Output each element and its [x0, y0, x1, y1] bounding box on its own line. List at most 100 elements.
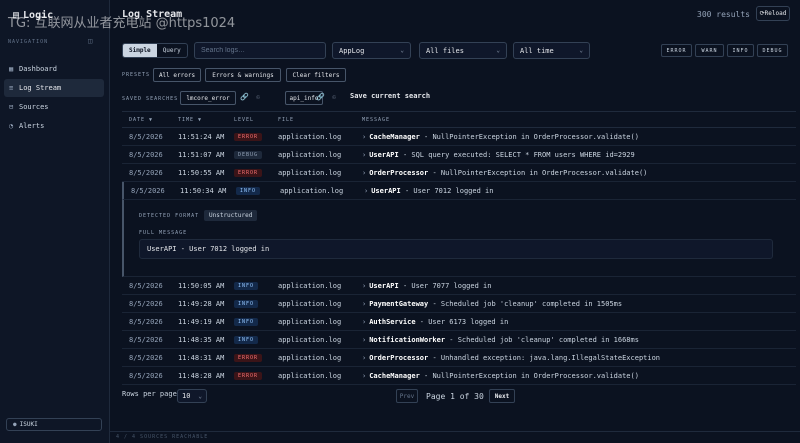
- table-row[interactable]: 8/5/2026 11:49:28 AM INFO application.log › P…: [122, 295, 796, 313]
- expand-chevron-icon: ›: [362, 299, 367, 308]
- cell-file: application.log: [278, 371, 342, 380]
- level-badge: INFO: [234, 336, 259, 344]
- cell-message: › UserAPI - User 7012 logged in: [364, 187, 796, 195]
- column-date[interactable]: DATE ▼: [122, 117, 178, 123]
- table-row[interactable]: 8/5/2026 11:48:35 AM INFO application.log › N…: [122, 331, 796, 349]
- delete-icon[interactable]: ♲: [256, 93, 260, 101]
- message-text: - SQL query executed: SELECT * FROM user…: [398, 150, 635, 159]
- preset-clear-filters[interactable]: Clear filters: [286, 68, 346, 82]
- expand-chevron-icon: ›: [362, 150, 367, 159]
- cell-message: › CacheManager - NullPointerException in …: [362, 133, 796, 141]
- time-select[interactable]: All time ⌄: [513, 42, 590, 59]
- sidebar: ▤ Logic NAVIGATION ◫ ▦ Dashboard ≡ Log Stre…: [0, 0, 110, 443]
- message-text: - User 7077 logged in: [398, 281, 492, 290]
- sidebar-item-label: Dashboard: [19, 65, 57, 73]
- level-badge: INFO: [236, 187, 261, 195]
- table-row[interactable]: 8/5/2026 11:51:24 AM ERROR application.log ›…: [122, 128, 796, 146]
- level-badge: ERROR: [234, 133, 263, 141]
- table-row-selected[interactable]: 8/5/2026 11:50:34 AM INFO application.lo…: [122, 182, 796, 200]
- expand-chevron-icon: ›: [362, 281, 367, 290]
- table-row[interactable]: 8/5/2026 11:48:31 AM ERROR application.log ›…: [122, 349, 796, 367]
- cell-date: 8/5/2026: [129, 150, 163, 159]
- level-badge: INFO: [234, 300, 259, 308]
- prev-page-button[interactable]: Prev: [396, 389, 418, 403]
- level-debug-button[interactable]: DEBUG: [757, 44, 788, 57]
- save-current-search-button[interactable]: Save current search: [350, 92, 430, 100]
- next-page-button[interactable]: Next: [489, 389, 515, 403]
- sidebar-item-alerts[interactable]: ◔ Alerts: [4, 117, 104, 135]
- link-icon[interactable]: 🔗: [240, 93, 249, 101]
- cell-file: application.log: [278, 150, 342, 159]
- table-row[interactable]: 8/5/2026 11:50:55 AM ERROR application.log ›…: [122, 164, 796, 182]
- expand-chevron-icon: ›: [362, 371, 367, 380]
- preset-errors-warnings[interactable]: Errors & warnings: [205, 68, 281, 82]
- column-file: FILE: [278, 116, 295, 123]
- table-row[interactable]: 8/5/2026 11:48:28 AM ERROR application.log ›…: [122, 367, 796, 385]
- cell-time: 11:49:28 AM: [178, 299, 225, 308]
- column-message: MESSAGE: [362, 116, 391, 123]
- grid-icon: ▦: [9, 65, 14, 73]
- sidebar-item-label: Sources: [19, 103, 49, 111]
- message-source: CacheManager: [369, 132, 420, 141]
- mode-query-button[interactable]: Query: [157, 44, 187, 57]
- cell-level: ERROR: [234, 132, 278, 141]
- cell-message: › AuthService - User 6173 logged in: [362, 318, 796, 326]
- cell-date: 8/5/2026: [129, 371, 163, 380]
- saved-search-lmcore-error[interactable]: lmcore_error: [180, 91, 236, 105]
- chevron-down-icon: ⌄: [400, 47, 404, 54]
- cell-date: 8/5/2026: [129, 281, 163, 290]
- cell-time: 11:51:24 AM: [178, 132, 225, 141]
- list-icon: ≡: [9, 84, 14, 92]
- level-warn-button[interactable]: WARN: [695, 44, 724, 57]
- sidebar-item-dashboard[interactable]: ▦ Dashboard: [4, 60, 104, 78]
- cell-file: application.log: [278, 168, 342, 177]
- sidebar-item-sources[interactable]: ⊟ Sources: [4, 98, 104, 116]
- mode-simple-button[interactable]: Simple: [123, 44, 157, 57]
- user-menu-button[interactable]: ● ISUKI: [6, 418, 102, 431]
- detected-format-label: DETECTED FORMAT: [139, 213, 200, 219]
- bell-icon: ◔: [9, 122, 14, 130]
- cell-date: 8/5/2026: [129, 168, 163, 177]
- level-info-button[interactable]: INFO: [727, 44, 754, 57]
- table-row[interactable]: 8/5/2026 11:51:07 AM DEBUG application.log ›…: [122, 146, 796, 164]
- link-icon[interactable]: 🔗: [316, 93, 325, 101]
- expand-chevron-icon: ›: [362, 132, 367, 141]
- level-error-button[interactable]: ERROR: [661, 44, 692, 57]
- message-text: - User 6173 logged in: [415, 317, 509, 326]
- message-source: NotificationWorker: [369, 335, 446, 344]
- database-icon: ⊟: [9, 103, 14, 111]
- table-row[interactable]: 8/5/2026 11:49:19 AM INFO application.log › A…: [122, 313, 796, 331]
- message-source: UserAPI: [369, 281, 399, 290]
- watermark: TG: 互联网从业者充电站 @https1024: [8, 16, 236, 31]
- page-indicator: Page 1 of 30: [426, 392, 484, 401]
- table-row[interactable]: 8/5/2026 11:50:05 AM INFO application.log › U…: [122, 277, 796, 295]
- file-select[interactable]: All files ⌄: [419, 42, 507, 59]
- cell-file: application.log: [278, 317, 342, 326]
- message-source: OrderProcessor: [369, 353, 429, 362]
- source-select[interactable]: AppLog ⌄: [332, 42, 411, 59]
- cell-date: 8/5/2026: [129, 317, 163, 326]
- sidebar-item-label: Alerts: [19, 122, 45, 130]
- cell-level: ERROR: [234, 353, 278, 362]
- column-time[interactable]: TIME ▼: [178, 117, 234, 123]
- message-text: - NullPointerException in OrderProcessor…: [428, 168, 648, 177]
- rows-per-page-value: 10: [182, 392, 191, 400]
- chevron-down-icon: ⌄: [496, 47, 500, 54]
- delete-icon[interactable]: ♲: [332, 93, 336, 101]
- message-source: PaymentGateway: [369, 299, 429, 308]
- presets-label: PRESETS: [122, 72, 151, 78]
- cell-time: 11:50:05 AM: [178, 281, 225, 290]
- reload-button[interactable]: ⟳Reload: [756, 6, 790, 21]
- sidebar-item-log-stream[interactable]: ≡ Log Stream: [4, 79, 104, 97]
- cell-message: › PaymentGateway - Scheduled job 'cleanup…: [362, 300, 796, 308]
- rows-per-page-select[interactable]: 10 ⌄: [177, 389, 207, 403]
- search-input[interactable]: [194, 42, 326, 59]
- cell-time: 11:50:55 AM: [178, 168, 225, 177]
- level-badge: INFO: [234, 318, 259, 326]
- level-badge: ERROR: [234, 169, 263, 177]
- cell-message: › CacheManager - NullPointerException in …: [362, 372, 796, 380]
- cell-time: 11:48:31 AM: [178, 353, 225, 362]
- collapse-sidebar-icon[interactable]: ◫: [88, 37, 92, 45]
- preset-all-errors[interactable]: All errors: [153, 68, 201, 82]
- cell-message: › NotificationWorker - Scheduled job 'cle…: [362, 336, 796, 344]
